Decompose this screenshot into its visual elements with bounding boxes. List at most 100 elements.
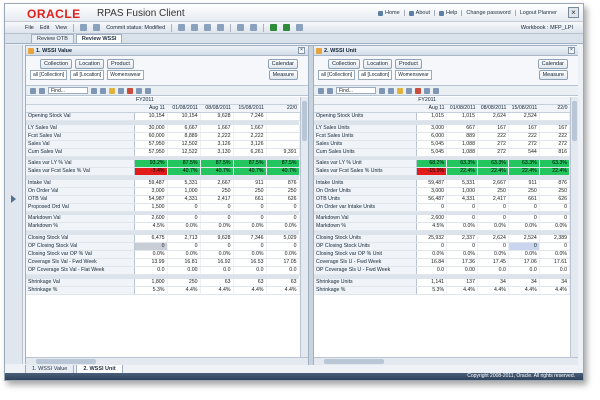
- column-header[interactable]: 22/0: [539, 104, 570, 114]
- data-cell[interactable]: 0.0%: [508, 250, 540, 260]
- settings-icon[interactable]: [145, 87, 151, 94]
- chart-icon[interactable]: [39, 87, 45, 94]
- dimension-button-product[interactable]: Product: [106, 59, 134, 69]
- data-cell[interactable]: 0: [477, 242, 509, 252]
- tab-review-otb[interactable]: Review OTB: [31, 34, 74, 43]
- data-cell[interactable]: 0.0%: [539, 250, 570, 260]
- data-cell[interactable]: 0: [167, 242, 201, 252]
- close-icon[interactable]: ×: [568, 47, 575, 54]
- data-cell[interactable]: 4.5%: [134, 222, 168, 232]
- data-cell[interactable]: 5,029: [266, 234, 300, 244]
- data-cell[interactable]: 0: [539, 203, 570, 212]
- print-icon[interactable]: [191, 24, 199, 31]
- data-cell[interactable]: [266, 112, 300, 122]
- data-cell[interactable]: 0: [167, 215, 201, 224]
- close-icon[interactable]: ×: [298, 47, 305, 54]
- data-cell[interactable]: 57,950: [134, 140, 168, 149]
- data-cell[interactable]: 137: [446, 278, 478, 287]
- data-cell[interactable]: 6,261: [233, 148, 267, 157]
- data-cell[interactable]: 0: [200, 215, 234, 224]
- data-cell[interactable]: 3,000: [416, 124, 448, 133]
- data-cell[interactable]: 56,487: [416, 195, 448, 204]
- data-cell[interactable]: 63: [266, 278, 300, 287]
- data-cell[interactable]: 4.4%: [446, 286, 478, 295]
- data-cell[interactable]: 3,000: [416, 187, 448, 196]
- data-cell[interactable]: 816: [539, 148, 570, 157]
- data-cell[interactable]: 7,346: [233, 234, 267, 244]
- data-cell[interactable]: [266, 140, 300, 149]
- data-cell[interactable]: 0.0%: [446, 250, 478, 260]
- data-cell[interactable]: 0: [446, 203, 478, 212]
- year-header[interactable]: FY2011: [416, 97, 570, 106]
- data-cell[interactable]: 10,154: [134, 112, 168, 122]
- data-cell[interactable]: 7,246: [233, 112, 267, 122]
- horizontal-scrollbar[interactable]: [314, 357, 578, 365]
- scroll-thumb[interactable]: [324, 359, 384, 364]
- data-cell[interactable]: 0.0: [416, 266, 448, 276]
- data-cell[interactable]: 0: [477, 203, 509, 212]
- data-cell[interactable]: 6,475: [134, 234, 168, 244]
- data-cell[interactable]: 3,126: [200, 140, 234, 149]
- data-cell[interactable]: 667: [446, 124, 478, 133]
- data-cell[interactable]: 876: [539, 179, 570, 188]
- data-cell[interactable]: 54,987: [134, 195, 168, 204]
- data-cell[interactable]: 0: [508, 242, 540, 252]
- data-cell[interactable]: 222: [508, 132, 540, 141]
- data-cell[interactable]: 16.84: [416, 258, 448, 268]
- data-cell[interactable]: 10,154: [167, 112, 201, 122]
- data-cell[interactable]: 34: [477, 278, 509, 287]
- data-cell[interactable]: 63: [233, 278, 267, 287]
- data-cell[interactable]: 0.0%: [539, 222, 570, 232]
- data-cell[interactable]: 63: [200, 278, 234, 287]
- data-cell[interactable]: 0.0%: [266, 250, 300, 260]
- data-cell[interactable]: 87.5%: [266, 160, 300, 169]
- data-cell[interactable]: 1,000: [167, 187, 201, 196]
- scroll-thumb[interactable]: [36, 359, 96, 364]
- data-cell[interactable]: 17.45: [477, 258, 509, 268]
- data-cell[interactable]: 0.0%: [200, 222, 234, 232]
- data-cell[interactable]: 9,628: [200, 234, 234, 244]
- data-cell[interactable]: 0.0%: [508, 222, 540, 232]
- column-header[interactable]: 01/08/2011: [446, 104, 478, 114]
- data-cell[interactable]: 22.4%: [508, 167, 540, 177]
- data-cell[interactable]: 0.00: [167, 266, 201, 276]
- data-cell[interactable]: 1,088: [446, 148, 478, 157]
- data-cell[interactable]: 63.3%: [539, 160, 570, 169]
- data-cell[interactable]: 2,600: [134, 215, 168, 224]
- data-cell[interactable]: 87.5%: [233, 160, 267, 169]
- data-cell[interactable]: 0.0: [200, 266, 234, 276]
- help-link[interactable]: Help: [434, 10, 461, 16]
- horizontal-scrollbar[interactable]: [26, 357, 308, 365]
- forward-icon[interactable]: [283, 24, 291, 31]
- refresh-icon[interactable]: [93, 24, 101, 31]
- data-cell[interactable]: 0.0: [134, 266, 168, 276]
- scroll-thumb[interactable]: [572, 101, 577, 141]
- data-cell[interactable]: 0: [200, 242, 234, 252]
- data-cell[interactable]: 0.0: [539, 266, 570, 276]
- data-cell[interactable]: 250: [508, 187, 540, 196]
- data-cell[interactable]: 0.0: [477, 266, 509, 276]
- data-cell[interactable]: 272: [477, 148, 509, 157]
- dimension-selector[interactable]: all [Location]: [358, 70, 393, 80]
- data-cell[interactable]: 5,331: [167, 179, 201, 188]
- add-icon[interactable]: [270, 24, 278, 31]
- grid-icon[interactable]: [30, 87, 36, 94]
- data-cell[interactable]: 167: [539, 124, 570, 133]
- data-cell[interactable]: 272: [508, 140, 540, 149]
- save-icon[interactable]: [178, 24, 186, 31]
- data-cell[interactable]: 2,417: [477, 195, 509, 204]
- data-cell[interactable]: 40.7%: [266, 167, 300, 177]
- change-password-link[interactable]: Change password: [461, 10, 514, 16]
- data-cell[interactable]: 68.2%: [416, 160, 448, 169]
- data-cell[interactable]: 93.2%: [134, 160, 168, 169]
- window-icon[interactable]: [296, 24, 304, 31]
- data-cell[interactable]: 4.4%: [200, 286, 234, 295]
- data-cell[interactable]: 0: [233, 203, 267, 212]
- data-cell[interactable]: 34: [539, 278, 570, 287]
- data-cell[interactable]: 2,222: [233, 132, 267, 141]
- data-cell[interactable]: 8,889: [167, 132, 201, 141]
- data-cell[interactable]: 0: [233, 242, 267, 252]
- grid-icon[interactable]: [318, 87, 324, 94]
- data-cell[interactable]: 0.0%: [134, 250, 168, 260]
- dimension-button-location[interactable]: Location: [363, 59, 392, 69]
